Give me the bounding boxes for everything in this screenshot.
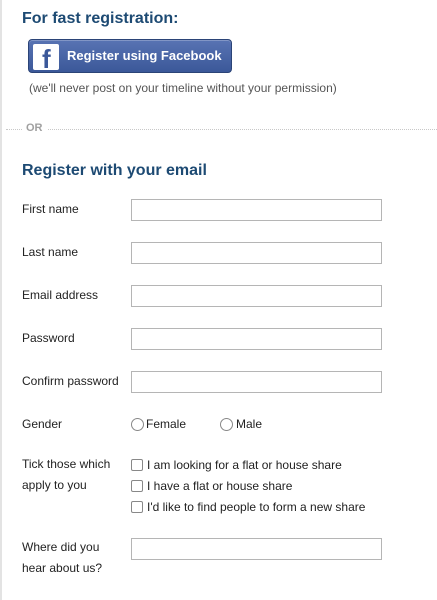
last-name-label: Last name <box>22 245 79 259</box>
or-text: OR <box>26 122 43 134</box>
form-new-share-label: I'd like to find people to form a new sh… <box>147 500 366 514</box>
email-input[interactable] <box>131 285 382 307</box>
separator-line-left <box>6 129 22 130</box>
left-border <box>0 0 2 600</box>
confirm-password-input[interactable] <box>131 371 382 393</box>
password-label: Password <box>22 331 75 345</box>
gender-female-radio[interactable] <box>131 418 144 431</box>
register-facebook-label: Register using Facebook <box>67 48 222 63</box>
gender-male-label: Male <box>236 417 263 431</box>
confirm-password-label: Confirm password <box>22 374 119 388</box>
first-name-input[interactable] <box>131 199 382 221</box>
fast-registration-title: For fast registration: <box>22 10 179 27</box>
first-name-label: First name <box>22 202 79 216</box>
heard-about-input[interactable] <box>131 538 382 560</box>
separator-line-right <box>48 129 437 130</box>
gender-label: Gender <box>22 417 63 431</box>
heard-about-label: Where did you hear about us? <box>22 540 103 575</box>
looking-for-share-label: I am looking for a flat or house share <box>147 458 342 472</box>
password-input[interactable] <box>131 328 382 350</box>
facebook-icon: f <box>33 44 59 70</box>
register-email-title: Register with your email <box>22 162 207 179</box>
gender-female-label: Female <box>146 417 187 431</box>
tick-options-label: Tick those which apply to you <box>22 457 111 492</box>
gender-male-radio[interactable] <box>220 418 233 431</box>
form-new-share-checkbox[interactable] <box>131 501 143 513</box>
email-label: Email address <box>22 288 99 302</box>
facebook-permission-note: (we'll never post on your timeline witho… <box>29 81 337 95</box>
register-facebook-button[interactable]: f Register using Facebook <box>28 39 232 73</box>
have-share-checkbox[interactable] <box>131 480 143 492</box>
looking-for-share-checkbox[interactable] <box>131 459 143 471</box>
have-share-label: I have a flat or house share <box>147 479 293 493</box>
last-name-input[interactable] <box>131 242 382 264</box>
or-separator: OR <box>0 122 437 136</box>
